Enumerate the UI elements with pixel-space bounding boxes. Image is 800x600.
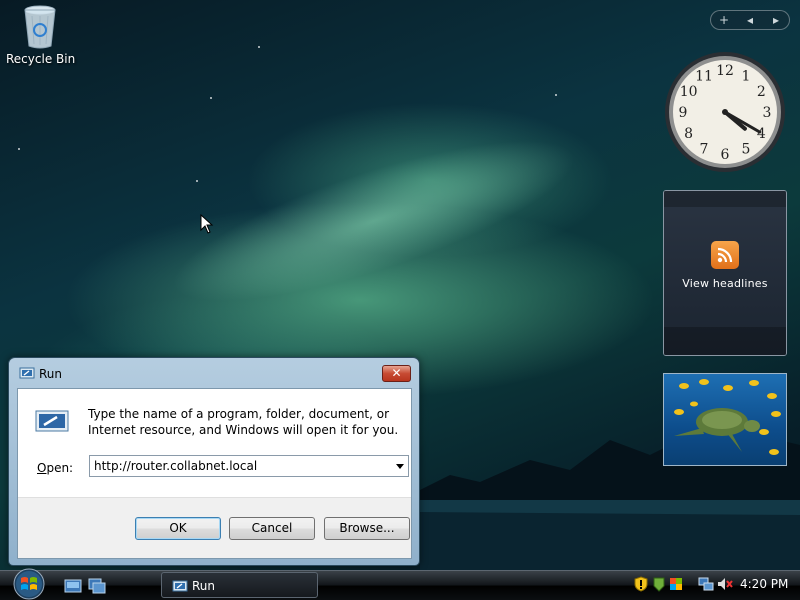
open-label: Open: bbox=[37, 461, 74, 475]
run-dialog-titlebar[interactable]: Run ✕ bbox=[9, 358, 419, 388]
switch-windows-icon[interactable] bbox=[88, 578, 106, 594]
star bbox=[210, 97, 212, 99]
run-dialog-title: Run bbox=[39, 367, 63, 381]
rss-icon bbox=[711, 241, 739, 269]
clock-numeral: 6 bbox=[721, 147, 730, 163]
run-dialog-body: Type the name of a program, folder, docu… bbox=[17, 388, 412, 559]
feed-bottom-strip bbox=[664, 327, 786, 355]
clock-numeral: 3 bbox=[763, 105, 772, 121]
run-icon bbox=[172, 580, 188, 592]
clock-numeral: 10 bbox=[680, 84, 698, 100]
chevron-down-icon[interactable] bbox=[396, 464, 404, 469]
clock-numeral: 9 bbox=[679, 105, 688, 121]
clock-numeral: 7 bbox=[700, 141, 709, 157]
browse-button[interactable]: Browse... bbox=[324, 517, 410, 540]
run-description: Type the name of a program, folder, docu… bbox=[88, 407, 399, 437]
clock-numeral: 2 bbox=[757, 84, 766, 100]
windows-defender-icon[interactable] bbox=[652, 576, 666, 592]
run-icon bbox=[19, 367, 35, 379]
recycle-bin-label: Recycle Bin bbox=[6, 52, 76, 66]
feed-top-strip bbox=[664, 191, 786, 207]
taskbar-item-label: Run bbox=[192, 579, 216, 593]
clock-numeral: 8 bbox=[684, 126, 693, 142]
previous-page-button[interactable]: ◂ bbox=[737, 13, 763, 27]
clock-numeral: 4 bbox=[757, 126, 766, 142]
slideshow-gadget[interactable] bbox=[663, 373, 787, 466]
run-program-icon bbox=[35, 410, 69, 432]
clock-numeral: 1 bbox=[742, 69, 751, 85]
cancel-button[interactable]: Cancel bbox=[229, 517, 315, 540]
clock-numeral: 11 bbox=[695, 69, 713, 85]
show-desktop-icon[interactable] bbox=[64, 578, 82, 594]
taskbar-clock[interactable]: 4:20 PM bbox=[740, 577, 788, 591]
clock-gadget[interactable]: 12 12 3 45678 9 1011 bbox=[662, 50, 788, 174]
mouse-cursor-icon bbox=[200, 214, 214, 234]
view-headlines-label: View headlines bbox=[682, 277, 768, 290]
feed-headlines-gadget[interactable]: View headlines bbox=[663, 190, 787, 356]
taskbar-item-run[interactable]: Run bbox=[161, 572, 318, 598]
clock-numeral: 5 bbox=[742, 141, 751, 157]
volume-muted-icon[interactable] bbox=[717, 576, 733, 592]
run-dialog: Run ✕ Type the name of a program, folder… bbox=[8, 357, 420, 566]
star bbox=[196, 180, 198, 182]
close-button[interactable]: ✕ bbox=[382, 365, 411, 382]
recycle-bin-shortcut[interactable]: Recycle Bin bbox=[6, 2, 76, 66]
next-page-button[interactable]: ▸ bbox=[763, 13, 789, 27]
security-alert-icon[interactable] bbox=[634, 576, 648, 592]
security-center-icon[interactable] bbox=[669, 576, 683, 592]
sidebar-controls: + ◂ ▸ bbox=[710, 10, 790, 30]
open-input[interactable] bbox=[90, 456, 390, 476]
star bbox=[258, 46, 260, 48]
star bbox=[18, 148, 20, 150]
clock-numeral: 12 bbox=[716, 63, 734, 79]
sea-turtle-image bbox=[674, 379, 781, 455]
open-combobox[interactable] bbox=[89, 455, 409, 477]
network-icon[interactable] bbox=[698, 576, 714, 592]
start-button[interactable] bbox=[8, 566, 50, 600]
star bbox=[555, 94, 557, 96]
add-gadget-button[interactable]: + bbox=[711, 13, 737, 27]
recycle-bin-icon bbox=[24, 5, 56, 49]
ok-button[interactable]: OK bbox=[135, 517, 221, 540]
